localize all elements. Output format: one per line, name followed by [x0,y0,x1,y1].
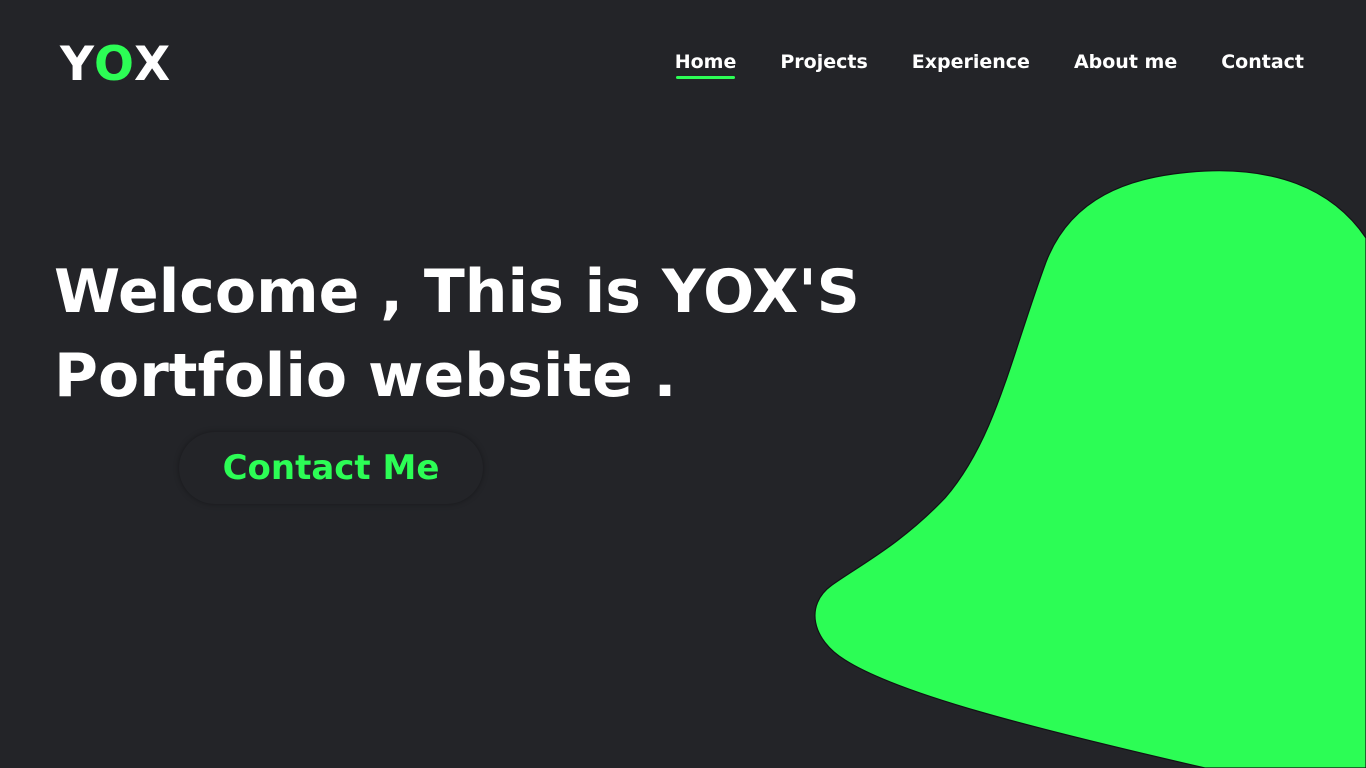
hero-title: Welcome , This is YOX'S Portfolio websit… [54,250,874,418]
nav-item-contact[interactable]: Contact [1221,49,1304,75]
nav-item-about-me[interactable]: About me [1074,49,1177,75]
hero-title-line-2: Portfolio website . [54,341,677,411]
main-nav: Home Projects Experience About me Contac… [675,49,1304,79]
logo-letter-x: X [134,37,171,92]
contact-me-button-label: Contact Me [222,448,440,488]
logo-letter-y: Y [60,37,95,92]
logo-letter-o: O [94,37,135,92]
nav-item-home[interactable]: Home [675,49,736,79]
nav-item-experience[interactable]: Experience [912,49,1030,75]
brand-logo[interactable]: YOX [60,36,170,94]
contact-me-button[interactable]: Contact Me [179,432,483,504]
nav-item-projects[interactable]: Projects [780,49,867,75]
hero-title-line-1: Welcome , This is YOX'S [54,257,860,327]
